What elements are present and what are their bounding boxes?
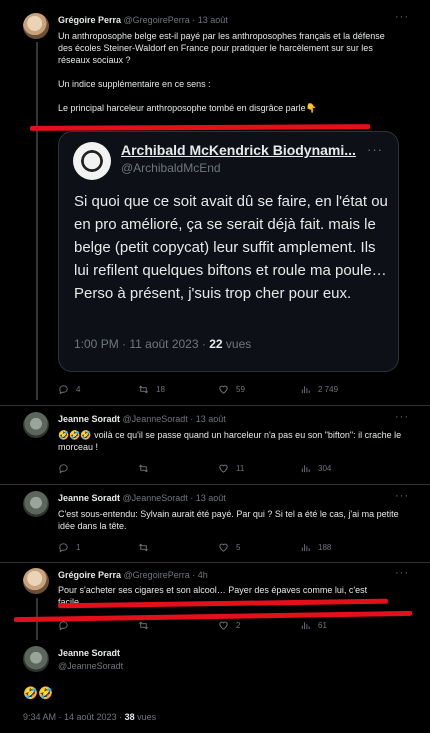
divider [0, 562, 430, 563]
views-count: 188 [318, 543, 332, 552]
views-count: 2 749 [318, 385, 339, 394]
tweet-text: 🤣🤣🤣 voilà ce qu'il se passe quand un har… [58, 430, 402, 452]
tweet-header: Grégoire Perra @GregoirePerra · 13 août [58, 15, 228, 25]
avatar[interactable] [23, 412, 49, 438]
reply-icon [59, 543, 68, 553]
reply-count: 4 [76, 385, 81, 394]
author-name[interactable]: Jeanne Soradt [58, 493, 120, 503]
author-handle[interactable]: @JeanneSoradt [123, 414, 188, 424]
reply-button[interactable] [58, 463, 76, 474]
like-button[interactable]: 2 [218, 620, 240, 631]
views-count: 38 [124, 712, 135, 722]
quoted-tweet-text: Si quoi que ce soit avait dû se faire, e… [74, 193, 388, 302]
quoted-tweet-card[interactable]: Archibald McKendrick Biodynami... @Archi… [58, 131, 399, 372]
tweet-text: 🤣🤣 [23, 686, 53, 700]
more-options-icon[interactable]: ··· [395, 567, 409, 579]
reply-button[interactable]: 4 [58, 384, 80, 395]
heart-icon [219, 464, 228, 473]
author-name[interactable]: Grégoire Perra [58, 570, 121, 580]
retweet-icon [139, 543, 148, 552]
tweet-actions: 4 18 59 2 749 [58, 384, 400, 396]
retweet-icon [139, 385, 148, 394]
more-options-icon[interactable]: ··· [395, 411, 409, 423]
tweet-date[interactable]: 4h [198, 570, 208, 580]
retweet-button[interactable]: 18 [138, 384, 165, 395]
tweet-time[interactable]: 9:34 AM · 14 août 2023 · [23, 712, 125, 722]
views-button[interactable]: 304 [300, 463, 331, 474]
heart-icon [219, 385, 228, 394]
quoted-views-label: vues [222, 337, 252, 351]
views-icon [301, 544, 310, 552]
retweet-button[interactable] [138, 463, 156, 474]
like-button[interactable]: 11 [218, 463, 244, 474]
views-icon [301, 465, 310, 473]
author-handle[interactable]: @JeanneSoradt [58, 661, 123, 671]
thread-line [36, 42, 38, 400]
like-count: 59 [236, 385, 245, 394]
like-count: 11 [236, 464, 245, 473]
views-count: 304 [318, 464, 332, 473]
like-count: 5 [236, 543, 241, 552]
avatar[interactable] [23, 13, 49, 39]
quoted-author-handle[interactable]: @ArchibaldMcEnd [121, 161, 221, 175]
tweet-actions: 11 304 [58, 463, 400, 475]
tweet-actions: 2 61 [58, 620, 400, 632]
avatar[interactable] [73, 142, 111, 180]
like-count: 2 [236, 621, 241, 630]
author-name[interactable]: Jeanne Soradt [58, 414, 120, 424]
more-options-icon[interactable]: ··· [395, 490, 409, 502]
author-name[interactable]: Grégoire Perra [58, 15, 121, 25]
heart-icon [219, 621, 228, 630]
tweet-text: Un anthroposophe belge est-il payé par l… [58, 31, 385, 113]
author-handle[interactable]: @GregoirePerra [124, 15, 190, 25]
views-button[interactable]: 188 [300, 542, 331, 553]
divider [0, 405, 430, 406]
tweet-meta: 9:34 AM · 14 août 2023 · 38 vues [23, 712, 156, 722]
quoted-author-name[interactable]: Archibald McKendrick Biodynami... [121, 142, 356, 158]
retweet-icon [139, 621, 148, 630]
reply-button[interactable]: 1 [58, 542, 80, 553]
more-options-icon[interactable]: ··· [395, 11, 409, 23]
author-handle[interactable]: @JeanneSoradt [123, 493, 188, 503]
tweet-date[interactable]: 13 août [196, 414, 226, 424]
quoted-views-count: 22 [209, 337, 223, 351]
views-label: vues [134, 712, 157, 722]
views-button[interactable]: 2 749 [300, 384, 338, 395]
author-handle[interactable]: @GregoirePerra [124, 570, 190, 580]
avatar[interactable] [23, 491, 49, 517]
author-name[interactable]: Jeanne Soradt [58, 648, 120, 658]
tweet-actions: 1 5 188 [58, 542, 400, 554]
avatar[interactable] [23, 568, 49, 594]
views-button[interactable]: 61 [300, 620, 327, 631]
reply-button[interactable] [58, 620, 76, 631]
reply-icon [59, 464, 68, 474]
quoted-tweet-meta: 1:00 PM · 11 août 2023 · 22 vues [74, 337, 251, 351]
red-underline [29, 124, 371, 131]
tweet-date[interactable]: 13 août [198, 15, 228, 25]
tweet-header: Jeanne Soradt @JeanneSoradt · 13 août [58, 414, 226, 424]
retweet-button[interactable] [138, 620, 156, 631]
reply-count: 1 [76, 543, 81, 552]
tweet-header: Jeanne Soradt @JeanneSoradt · 13 août [58, 493, 226, 503]
retweet-button[interactable] [138, 542, 156, 553]
views-icon [301, 386, 310, 394]
like-button[interactable]: 59 [218, 384, 245, 395]
tweet-text: C'est sous-entendu: Sylvain aurait été p… [58, 509, 399, 531]
views-icon [301, 622, 310, 630]
like-button[interactable]: 5 [218, 542, 240, 553]
retweet-icon [139, 464, 148, 473]
divider [0, 484, 430, 485]
heart-icon [219, 543, 228, 552]
tweet-header: Grégoire Perra @GregoirePerra · 4h [58, 570, 208, 580]
more-options-icon[interactable]: ··· [367, 142, 383, 157]
tweet-date[interactable]: 13 août [196, 493, 226, 503]
avatar[interactable] [23, 646, 49, 672]
quoted-tweet-time[interactable]: 1:00 PM · 11 août 2023 · [74, 337, 209, 351]
reply-icon [59, 621, 68, 631]
views-count: 61 [318, 621, 327, 630]
retweet-count: 18 [156, 385, 165, 394]
reply-icon [59, 385, 68, 395]
